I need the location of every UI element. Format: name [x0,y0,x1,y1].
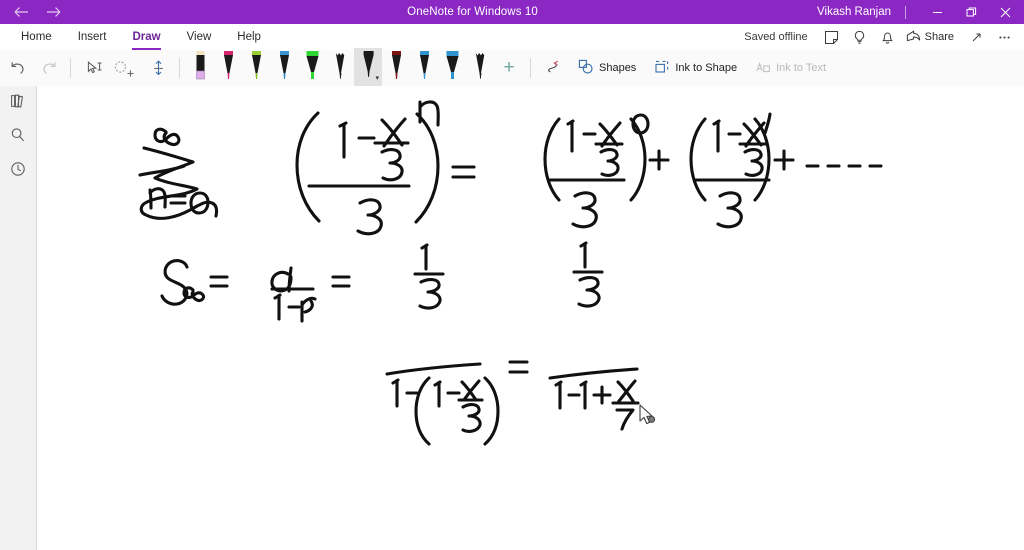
shapes-label: Shapes [599,62,637,74]
title-bar: OneNote for Windows 10 Vikash Ranjan [0,0,1024,24]
expand-icon[interactable] [962,25,990,49]
share-icon [906,29,921,46]
title-bar-right: Vikash Ranjan [817,0,1024,24]
handwritten-ink-note [138,100,883,446]
undo-button[interactable] [2,53,32,83]
ribbon-tabs: Home Insert Draw View Help [0,25,274,50]
ink-to-shape-label: Ink to Shape [675,62,738,74]
sticky-note-icon[interactable] [818,25,846,49]
pen-pink[interactable] [214,48,242,86]
toolbar-divider-1 [70,58,71,78]
shapes-icon [578,59,594,78]
title-bar-nav [0,2,128,22]
ink-pointer-cursor [638,404,658,433]
ellipsis-icon[interactable] [990,25,1018,49]
note-canvas[interactable] [37,86,1024,550]
sidebar-item-recent[interactable] [0,154,36,188]
title-bar-divider [905,5,906,19]
shapes-button[interactable]: Shapes [569,53,645,83]
pencil-black-2[interactable] [466,48,494,86]
chevron-down-icon[interactable]: ▾ [375,75,379,82]
ink-replay-icon[interactable] [539,53,569,83]
bell-icon[interactable] [874,25,902,49]
ink-to-shape-icon [654,59,670,78]
ink-to-text-label: Ink to Text [776,62,827,74]
save-status: Saved offline [744,31,808,43]
tab-insert-label: Insert [77,30,107,43]
ink-to-text-button[interactable]: Ink to Text [746,53,835,83]
pen-yellow-green[interactable] [242,48,270,86]
pen-eraser[interactable] [186,48,214,86]
toolbar-divider-3 [530,58,531,78]
ruler-icon[interactable] [143,53,173,83]
pencil-black[interactable] [326,48,354,86]
pen-light-blue[interactable] [410,48,438,86]
share-button[interactable]: Share [902,29,962,46]
pen-gallery: ▾ [186,48,494,86]
tab-view[interactable]: View [174,25,225,50]
account-name[interactable]: Vikash Ranjan [817,6,905,18]
notebooks-icon [9,92,27,115]
ink-to-shape-button[interactable]: Ink to Shape [645,53,746,83]
ink-to-text-icon [755,59,771,78]
window-title: OneNote for Windows 10 [407,6,538,18]
highlighter-blue[interactable] [438,48,466,86]
draw-toolbar: ▾ + Shapes Ink to Shape Ink to Text [0,48,1024,87]
forward-arrow-icon[interactable] [40,2,66,22]
tab-help[interactable]: Help [224,25,274,50]
restore-button[interactable] [954,0,988,24]
lasso-select-icon[interactable] [111,53,141,83]
search-icon [9,126,27,149]
lightbulb-icon[interactable] [846,25,874,49]
recent-icon [9,160,27,183]
highlighter-green[interactable] [298,48,326,86]
pen-black-selected[interactable]: ▾ [354,48,382,86]
tab-home-label: Home [21,30,52,43]
tab-help-label: Help [237,30,261,43]
close-button[interactable] [988,0,1022,24]
ribbon-right-actions: Saved offline Share [744,25,1024,49]
add-pen-button[interactable]: + [494,53,524,83]
redo-button[interactable] [34,53,64,83]
pen-dark-red[interactable] [382,48,410,86]
minimize-button[interactable] [920,0,954,24]
tab-view-label: View [186,30,212,43]
tab-home[interactable]: Home [8,25,65,50]
tab-draw[interactable]: Draw [119,25,173,50]
toolbar-divider-2 [179,58,180,78]
left-rail [0,86,37,550]
share-label: Share [924,31,954,43]
ribbon-tab-bar: Home Insert Draw View Help Saved offline [0,24,1024,50]
sidebar-item-search[interactable] [0,120,36,154]
tab-insert[interactable]: Insert [65,25,120,50]
sidebar-item-notebooks[interactable] [0,86,36,120]
back-arrow-icon[interactable] [8,2,34,22]
tab-draw-label: Draw [132,30,161,43]
ink-select-icon[interactable] [79,53,109,83]
pen-blue[interactable] [270,48,298,86]
onenote-window: OneNote for Windows 10 Vikash Ranjan Hom… [0,0,1024,550]
